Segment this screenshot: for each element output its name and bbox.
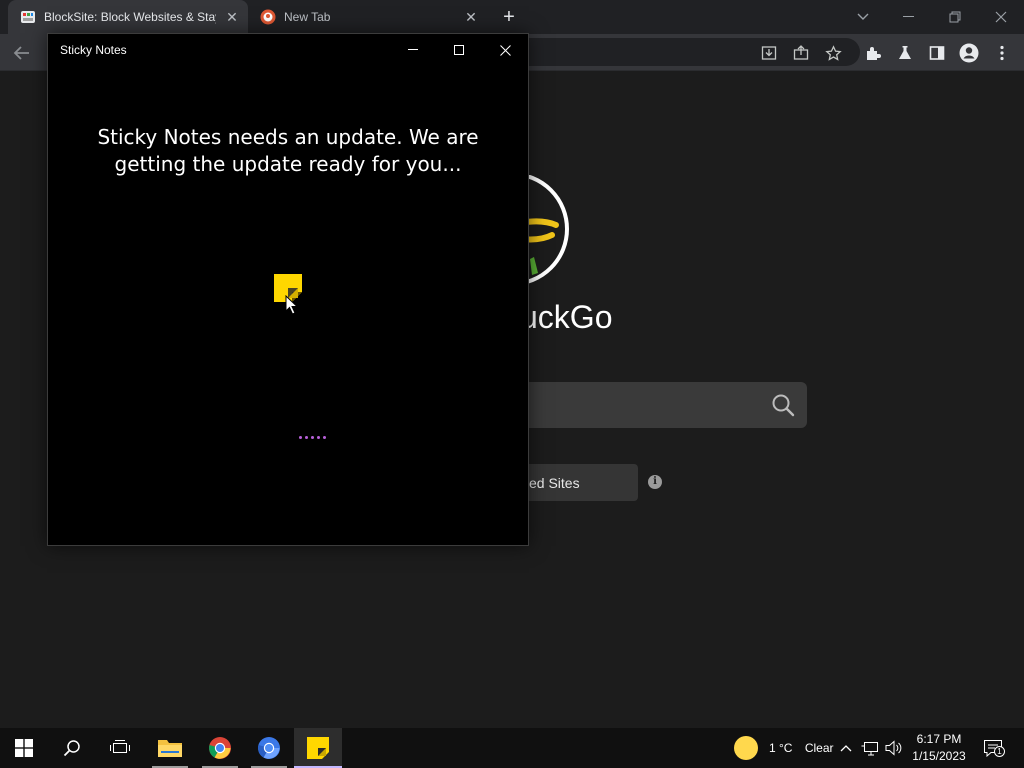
side-panel-icon[interactable]: [926, 42, 948, 64]
weather-widget[interactable]: 1 °C Clear: [769, 741, 834, 755]
minimize-icon[interactable]: [886, 0, 932, 34]
close-tab-icon[interactable]: ✕: [463, 9, 479, 25]
notification-count-badge: 1: [994, 746, 1005, 757]
tab-new-tab[interactable]: New Tab ✕: [250, 0, 490, 34]
tab-search-icon[interactable]: [840, 0, 886, 34]
weather-condition: Clear: [804, 741, 834, 755]
progress-dot: [305, 436, 308, 439]
volume-icon[interactable]: [884, 738, 904, 758]
progress-dot: [323, 436, 326, 439]
window-title: Sticky Notes: [60, 43, 127, 57]
search-icon[interactable]: [771, 393, 795, 417]
weather-temperature: 1 °C: [769, 741, 793, 755]
network-icon[interactable]: [860, 738, 880, 758]
browser-tab-strip: BlockSite: Block Websites & Stay ✕ New T…: [0, 0, 1024, 34]
maximize-icon[interactable]: [436, 34, 482, 66]
update-message: Sticky Notes needs an update. We are get…: [97, 125, 479, 176]
download-icon[interactable]: [758, 42, 780, 64]
progress-dots: [299, 436, 326, 439]
tab-blocksite[interactable]: BlockSite: Block Websites & Stay ✕: [8, 0, 248, 34]
restore-icon[interactable]: [932, 0, 978, 34]
clock-time: 6:17 PM: [916, 732, 962, 746]
sticky-notes-icon[interactable]: [294, 728, 342, 768]
minimize-icon[interactable]: [390, 34, 436, 66]
weather-sun-icon[interactable]: [733, 735, 759, 761]
new-tab-button[interactable]: +: [498, 6, 520, 28]
close-window-icon[interactable]: [482, 34, 528, 66]
chrome-icon[interactable]: [196, 728, 244, 768]
tab-title: New Tab: [284, 10, 331, 24]
notification-center-icon[interactable]: 1: [982, 738, 1005, 758]
duckduckgo-wordmark: uckGo: [520, 299, 613, 335]
sticky-notes-titlebar[interactable]: Sticky Notes: [48, 34, 528, 66]
task-view-icon[interactable]: [96, 728, 144, 768]
extensions-icon[interactable]: [862, 42, 884, 64]
tab-title: BlockSite: Block Websites & Stay: [44, 10, 216, 24]
back-icon[interactable]: [11, 42, 33, 64]
clock-date: 1/15/2023: [912, 749, 966, 763]
share-icon[interactable]: [790, 42, 812, 64]
search-icon[interactable]: [48, 728, 96, 768]
chrome-beta-icon[interactable]: [245, 728, 293, 768]
duckduckgo-favicon-icon: [260, 9, 276, 25]
mouse-cursor-icon: [285, 294, 299, 315]
profile-icon[interactable]: [958, 42, 980, 64]
sticky-notes-window: Sticky Notes Sticky Notes needs an updat…: [47, 33, 529, 546]
chevron-up-icon[interactable]: [836, 738, 856, 758]
system-clock[interactable]: 6:17 PM 1/15/2023: [908, 731, 970, 765]
menu-icon[interactable]: [991, 42, 1013, 64]
progress-dot: [317, 436, 320, 439]
taskbar: 1 °C Clear 6:17 PM 1/15/2023 1: [0, 728, 1024, 768]
close-tab-icon[interactable]: ✕: [224, 9, 240, 25]
blocksite-favicon-icon: [20, 9, 36, 25]
info-icon[interactable]: i: [648, 475, 662, 489]
progress-dot: [299, 436, 302, 439]
start-icon[interactable]: [0, 728, 48, 768]
file-explorer-icon[interactable]: [146, 728, 194, 768]
labs-icon[interactable]: [894, 42, 916, 64]
close-window-icon[interactable]: [978, 0, 1024, 34]
star-icon[interactable]: [822, 42, 844, 64]
progress-dot: [311, 436, 314, 439]
